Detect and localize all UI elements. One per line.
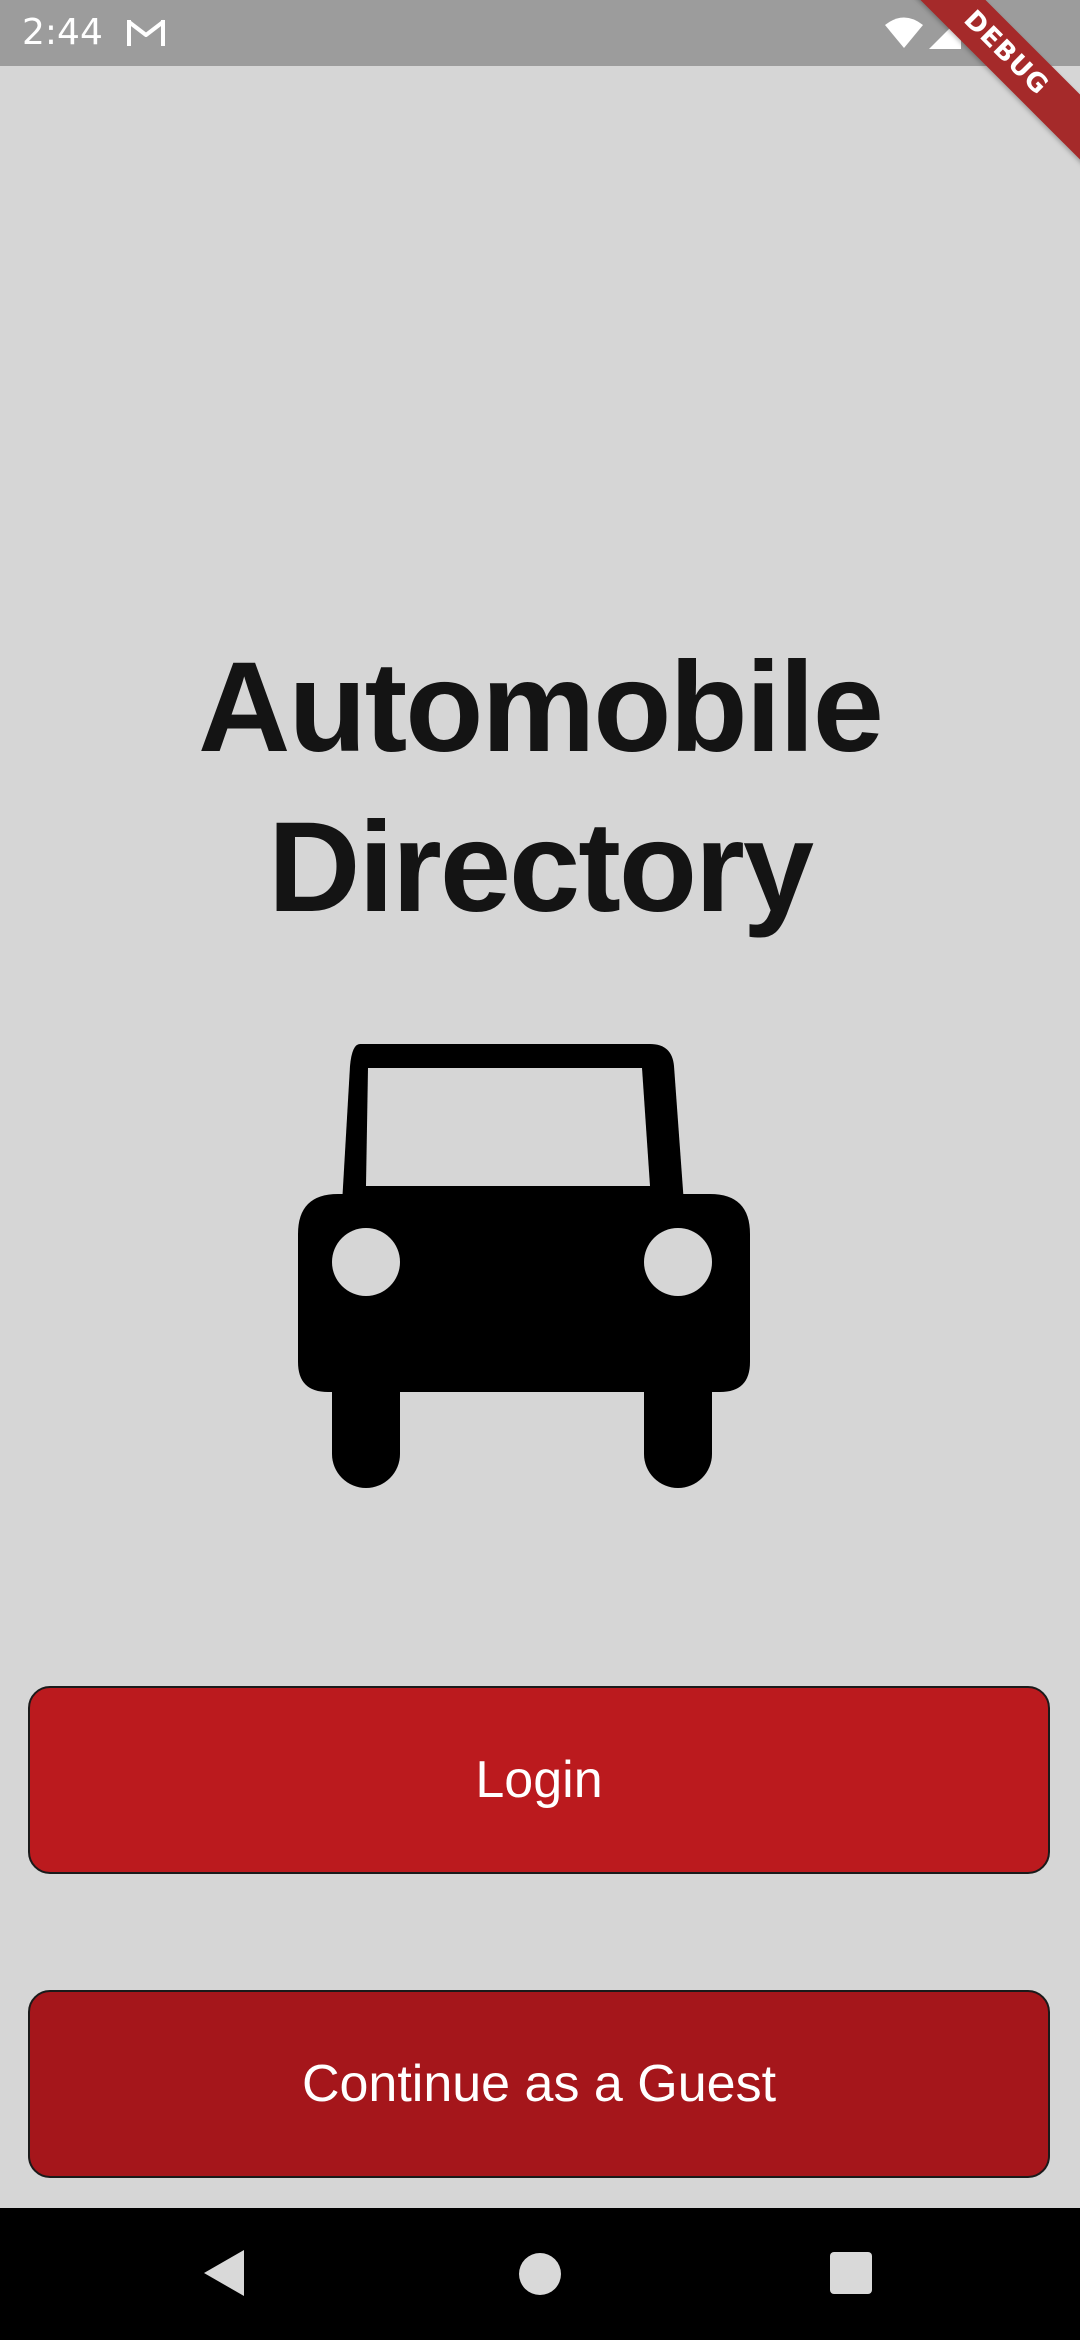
gmail-icon bbox=[127, 20, 165, 46]
app-title: Automobile Directory bbox=[0, 628, 1080, 948]
status-bar: 2:44 bbox=[0, 0, 1080, 66]
wifi-icon bbox=[885, 17, 923, 48]
back-icon[interactable] bbox=[202, 2248, 246, 2298]
car-icon bbox=[298, 1044, 750, 1488]
screen: 2:44 DEBUG Automobile Directory Login Co… bbox=[0, 0, 1080, 2340]
recents-icon[interactable] bbox=[830, 2252, 872, 2294]
continue-as-guest-button[interactable]: Continue as a Guest bbox=[28, 1990, 1050, 2178]
app-title-line-1: Automobile bbox=[198, 636, 884, 779]
home-icon[interactable] bbox=[518, 2252, 562, 2296]
app-title-line-2: Directory bbox=[268, 796, 814, 939]
login-button[interactable]: Login bbox=[28, 1686, 1050, 1874]
status-time: 2:44 bbox=[22, 12, 103, 53]
navigation-bar bbox=[0, 2208, 1080, 2340]
